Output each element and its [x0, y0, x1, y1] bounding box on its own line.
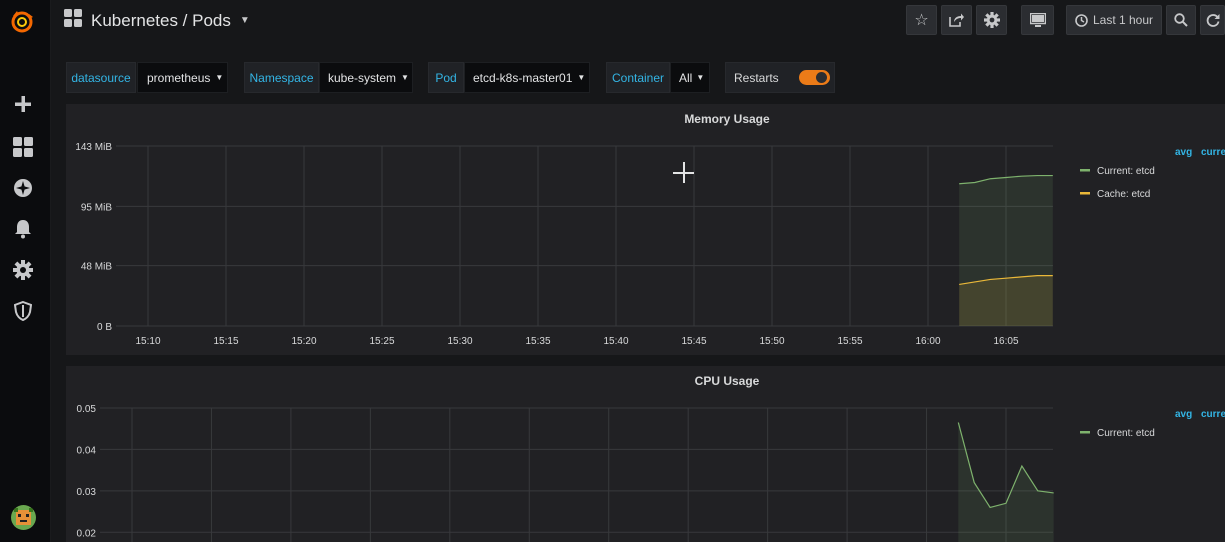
restarts-toggle[interactable]	[799, 70, 830, 85]
settings-button[interactable]	[976, 5, 1007, 35]
bell-icon[interactable]	[12, 218, 34, 240]
zoom-out-button[interactable]	[1166, 5, 1196, 35]
datasource-dropdown[interactable]: prometheus ▼	[137, 62, 228, 93]
datasource-label: datasource	[71, 70, 131, 85]
variable-label-pod: Pod	[428, 62, 464, 93]
grid-icon[interactable]	[12, 136, 34, 158]
gear-icon[interactable]	[12, 259, 34, 281]
caret-down-icon: ▼	[401, 73, 409, 82]
caret-down-icon: ▼	[577, 73, 586, 82]
share-button[interactable]	[941, 5, 972, 35]
datasource-value: prometheus	[147, 70, 211, 85]
memory-usage-title[interactable]: Memory Usage	[132, 112, 1225, 126]
memory-usage-panel	[66, 104, 1225, 355]
compass-icon[interactable]	[12, 177, 34, 199]
variable-label-container: Container	[606, 62, 670, 93]
container-label: Container	[611, 70, 665, 85]
refresh-icon	[1206, 14, 1219, 27]
toggle-knob	[816, 72, 827, 83]
clock-icon	[1075, 13, 1088, 27]
restarts-label: Restarts	[734, 70, 779, 85]
shield-icon[interactable]	[12, 300, 34, 322]
crosshair-cursor	[673, 162, 694, 183]
dashboard-title[interactable]: Kubernetes / Pods ▼	[64, 9, 250, 32]
cpu-usage-panel	[66, 366, 1225, 542]
pod-value: etcd-k8s-master01	[473, 70, 573, 85]
share-icon	[949, 13, 964, 27]
grafana-logo-icon[interactable]	[8, 8, 36, 36]
container-value: All	[679, 70, 693, 85]
namespace-label: Namespace	[249, 70, 314, 85]
time-range-label: Last 1 hour	[1092, 13, 1154, 27]
variable-label-namespace: Namespace	[244, 62, 319, 93]
caret-down-icon: ▼	[215, 73, 224, 82]
caret-down-icon: ▼	[239, 15, 250, 26]
top-navbar: Kubernetes / Pods ▼ ☆ Last 1 hour	[50, 0, 1225, 44]
dashboard-title-text: Kubernetes / Pods	[91, 10, 231, 30]
avatar[interactable]	[11, 505, 36, 530]
monitor-icon	[1029, 13, 1046, 27]
gear-icon	[983, 12, 1000, 28]
namespace-value: kube-system	[328, 70, 397, 85]
plus-icon[interactable]	[12, 93, 34, 115]
time-picker-button[interactable]: Last 1 hour	[1066, 5, 1162, 35]
tv-mode-button[interactable]	[1021, 5, 1054, 35]
pod-label: Pod	[435, 70, 457, 85]
star-icon: ☆	[914, 12, 929, 29]
namespace-dropdown[interactable]: kube-system ▼	[319, 62, 413, 93]
pod-dropdown[interactable]: etcd-k8s-master01 ▼	[464, 62, 590, 93]
search-icon	[1174, 13, 1188, 27]
caret-down-icon: ▼	[696, 73, 705, 82]
side-menu	[0, 0, 51, 542]
grid-icon	[64, 9, 82, 32]
star-button[interactable]: ☆	[906, 5, 937, 35]
variable-label-datasource: datasource	[66, 62, 136, 93]
cpu-usage-title[interactable]: CPU Usage	[132, 374, 1225, 388]
refresh-button[interactable]	[1200, 5, 1225, 35]
container-dropdown[interactable]: All ▼	[670, 62, 710, 93]
